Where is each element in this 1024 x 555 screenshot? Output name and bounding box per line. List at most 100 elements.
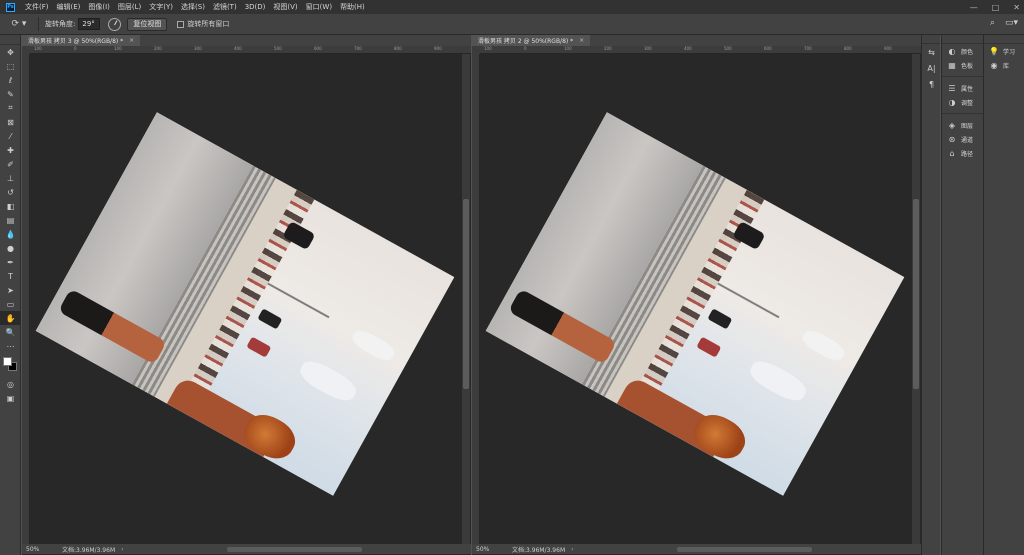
- horizontal-scroll-thumb[interactable]: [677, 547, 812, 552]
- panel-label: 颜色: [961, 48, 974, 56]
- menu-filter[interactable]: 滤镜(T): [209, 2, 241, 12]
- adjustments-panel[interactable]: ◑ 调整: [942, 95, 983, 109]
- scroll-thumb[interactable]: [463, 199, 469, 389]
- eyedropper-tool[interactable]: ⁄: [0, 129, 21, 143]
- status-menu-arrow[interactable]: ›: [121, 546, 123, 553]
- panel-grip[interactable]: [922, 35, 940, 44]
- channels-panel[interactable]: ⊛ 通道: [942, 132, 983, 146]
- lasso-tool[interactable]: ℓ: [0, 73, 21, 87]
- vertical-ruler[interactable]: [22, 54, 30, 544]
- menu-image[interactable]: 图像(I): [84, 2, 114, 12]
- reset-view-button[interactable]: 复位视图: [127, 17, 168, 31]
- panel-grip[interactable]: [984, 35, 1024, 44]
- rotate-all-windows-checkbox[interactable]: [177, 20, 185, 28]
- document-canvas[interactable]: [30, 54, 462, 544]
- horizontal-scroll-thumb[interactable]: [227, 547, 362, 552]
- vertical-scrollbar[interactable]: [912, 54, 920, 544]
- marquee-tool[interactable]: ⬚: [0, 59, 21, 73]
- zoom-level[interactable]: 50%: [26, 546, 54, 553]
- menu-window[interactable]: 窗口(W): [302, 2, 336, 12]
- properties-icon: ☰: [948, 83, 956, 93]
- maximize-button[interactable]: □: [992, 3, 1000, 12]
- quick-mask-tool[interactable]: ◎: [0, 377, 21, 391]
- screen-mode-tool[interactable]: ▣: [0, 391, 21, 405]
- history-icon[interactable]: ⇆: [922, 44, 941, 60]
- pen-tool[interactable]: ✒: [0, 255, 21, 269]
- crop-tool[interactable]: ⌗: [0, 101, 21, 115]
- swatches-panel[interactable]: ▦ 色板: [942, 58, 983, 72]
- color-panel[interactable]: ◐ 颜色: [942, 44, 983, 58]
- ruler-tick-label: 700: [354, 46, 362, 51]
- rectangle-tool[interactable]: ▭: [0, 297, 21, 311]
- learn-panel[interactable]: 💡 学习: [984, 44, 1024, 58]
- panel-grip[interactable]: [942, 35, 983, 44]
- zoom-level[interactable]: 50%: [476, 546, 504, 553]
- blur-tool[interactable]: 💧: [0, 227, 21, 241]
- foreground-color-swatch[interactable]: [3, 357, 12, 366]
- ruler-origin[interactable]: [472, 46, 480, 54]
- search-icon[interactable]: ⌕: [990, 18, 995, 28]
- close-button[interactable]: ✕: [1013, 3, 1020, 12]
- clone-stamp-tool[interactable]: ⊥: [0, 171, 21, 185]
- horizontal-ruler[interactable]: 100 0 100 200 300 400 500 600 700 800 900: [30, 46, 471, 54]
- quick-select-tool[interactable]: ✎: [0, 87, 21, 101]
- eraser-tool[interactable]: ◧: [0, 199, 21, 213]
- ruler-tick-label: 600: [314, 46, 322, 51]
- toolbar-grip[interactable]: [0, 35, 20, 45]
- menu-layer[interactable]: 图层(L): [114, 2, 145, 12]
- status-bar: 50% 文档:3.96M/3.96M ›: [472, 544, 921, 554]
- document-canvas[interactable]: [480, 54, 912, 544]
- properties-panel[interactable]: ☰ 属性: [942, 81, 983, 95]
- zoom-tool[interactable]: 🔍: [0, 325, 21, 339]
- swatches-icon: ▦: [948, 60, 956, 70]
- document-tab-2[interactable]: 滑板男孩 拷贝 2 @ 50%(RGB/8) * ×: [472, 35, 591, 46]
- path-selection-tool[interactable]: ➤: [0, 283, 21, 297]
- rotate-view-icon[interactable]: ⟳ ▾: [6, 16, 32, 32]
- panel-label: 学习: [1003, 48, 1016, 56]
- menu-edit[interactable]: 编辑(E): [53, 2, 85, 12]
- history-brush-tool[interactable]: ↺: [0, 185, 21, 199]
- minimize-button[interactable]: —: [970, 3, 978, 12]
- ruler-tick-label: 400: [234, 46, 242, 51]
- hand-tool[interactable]: ✋: [0, 311, 21, 325]
- paragraph-icon[interactable]: ¶: [922, 76, 941, 92]
- document-tab-title: 滑板男孩 拷贝 2 @ 50%(RGB/8) *: [478, 38, 574, 45]
- healing-brush-tool[interactable]: ✚: [0, 143, 21, 157]
- menu-view[interactable]: 视图(V): [269, 2, 301, 12]
- learn-icon: 💡: [989, 46, 999, 56]
- ruler-tick-label: 300: [194, 46, 202, 51]
- layers-panel[interactable]: ◈ 图层: [942, 118, 983, 132]
- menu-file[interactable]: 文件(F): [21, 2, 53, 12]
- ruler-tick-label: 500: [724, 46, 732, 51]
- document-tab-1[interactable]: 滑板男孩 拷贝 3 @ 50%(RGB/8) * ×: [22, 35, 141, 46]
- ruler-origin[interactable]: [22, 46, 30, 54]
- ruler-tick-label: 400: [684, 46, 692, 51]
- menu-type[interactable]: 文字(Y): [145, 2, 177, 12]
- move-tool[interactable]: ✥: [0, 45, 21, 59]
- document-info: 文档:3.96M/3.96M: [62, 546, 116, 554]
- libraries-panel[interactable]: ◉ 库: [984, 58, 1024, 72]
- rotation-dial-icon[interactable]: [108, 17, 122, 31]
- status-menu-arrow[interactable]: ›: [571, 546, 573, 553]
- menu-3d[interactable]: 3D(D): [241, 3, 270, 11]
- workspace-icon[interactable]: ▭▾: [1005, 18, 1018, 28]
- horizontal-ruler[interactable]: 100 0 100 200 300 400 500 600 700 800 900: [480, 46, 921, 54]
- close-tab-icon[interactable]: ×: [129, 37, 134, 44]
- type-tool[interactable]: T: [0, 269, 21, 283]
- vertical-ruler[interactable]: [472, 54, 480, 544]
- rotation-angle-label: 旋转角度:: [45, 20, 76, 28]
- gradient-tool[interactable]: ▤: [0, 213, 21, 227]
- close-tab-icon[interactable]: ×: [579, 37, 584, 44]
- vertical-scrollbar[interactable]: [462, 54, 470, 544]
- rotation-angle-input[interactable]: 29°: [78, 18, 101, 30]
- more-tools[interactable]: ⋯: [0, 339, 21, 353]
- color-swatches[interactable]: [0, 353, 21, 377]
- scroll-thumb[interactable]: [913, 199, 919, 389]
- frame-tool[interactable]: ⊠: [0, 115, 21, 129]
- character-icon[interactable]: A|: [922, 60, 941, 76]
- brush-tool[interactable]: ✐: [0, 157, 21, 171]
- menu-select[interactable]: 选择(S): [177, 2, 209, 12]
- dodge-tool[interactable]: ●: [0, 241, 21, 255]
- paths-panel[interactable]: ⌂ 路径: [942, 146, 983, 160]
- menu-help[interactable]: 帮助(H): [336, 2, 369, 12]
